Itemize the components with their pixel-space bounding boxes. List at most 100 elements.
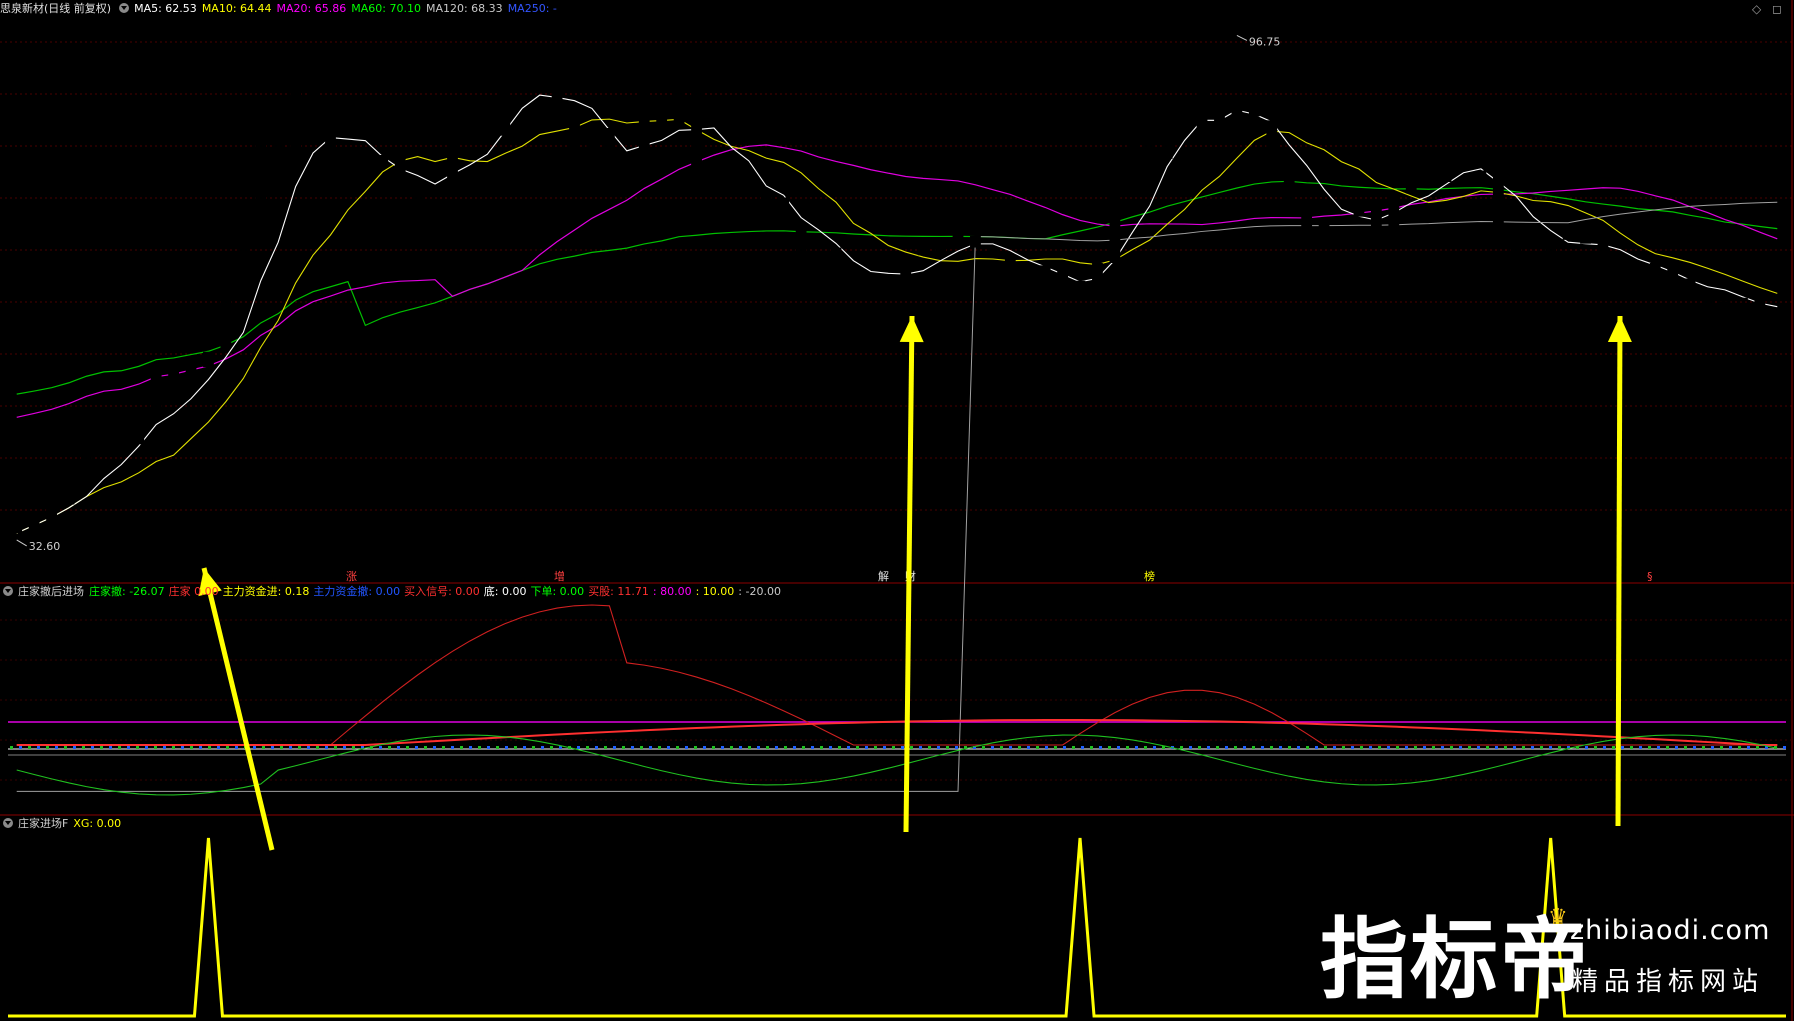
dot-signal: [721, 746, 724, 749]
candle-body: [708, 162, 720, 175]
dot-signal: [946, 746, 949, 749]
dot-signal: [433, 746, 436, 749]
dot-signal: [811, 746, 814, 749]
dot-signal: [595, 746, 598, 749]
dot-signal: [109, 746, 112, 749]
candle-body: [621, 170, 633, 182]
dot-signal: [1360, 746, 1363, 749]
dot-signal: [478, 746, 481, 749]
indicator2-settings-icon[interactable]: [3, 818, 13, 828]
dot-signal: [910, 746, 913, 749]
dot-signal: [892, 746, 895, 749]
annotation-arrow-head: [1607, 316, 1632, 343]
dot-signal: [1423, 746, 1426, 749]
candle-body: [917, 246, 929, 256]
indicator1-legend-item: 主力资金撤: 0.00: [313, 585, 401, 598]
dot-signal: [1036, 746, 1039, 749]
dot-signal: [1549, 746, 1552, 749]
candle-body: [1545, 239, 1557, 256]
dot-signal: [1594, 746, 1597, 749]
dot-signal: [649, 746, 652, 749]
dot-signal: [1783, 746, 1786, 749]
candle-body: [551, 74, 563, 121]
dot-signal: [424, 746, 427, 749]
dot-signal: [1180, 746, 1183, 749]
dot-signal: [982, 746, 985, 749]
candle-body: [534, 66, 546, 74]
dot-signal: [1486, 746, 1489, 749]
candle-body: [133, 409, 145, 445]
dot-signal: [928, 746, 931, 749]
dot-signal: [667, 746, 670, 749]
dot-signal: [325, 746, 328, 749]
candle-body: [220, 297, 232, 348]
indicator1-legend-item: : -20.00: [738, 585, 781, 598]
dot-signal: [1396, 746, 1399, 749]
candle-body: [1423, 170, 1435, 182]
candle-body: [1196, 93, 1208, 128]
dot-signal: [712, 746, 715, 749]
dot-signal: [1666, 746, 1669, 749]
candle-body: [1353, 205, 1365, 217]
candle-body: [412, 182, 424, 204]
ma-legend-item: MA250: -: [507, 2, 557, 15]
candle-body: [725, 162, 737, 190]
dot-signal: [1126, 746, 1129, 749]
dot-signal: [217, 746, 220, 749]
candle-body: [848, 266, 859, 290]
candle-body: [1336, 216, 1347, 221]
event-marker: 增: [554, 569, 565, 583]
candle-body: [603, 128, 615, 182]
candle-body: [1370, 205, 1382, 229]
dot-signal: [406, 746, 409, 749]
dot-signal: [1108, 746, 1111, 749]
ma-legend-item: MA60: 70.10: [351, 2, 421, 15]
dot-signal: [1729, 746, 1732, 749]
dot-signal: [883, 746, 886, 749]
candle-body: [1161, 97, 1173, 159]
dot-signal: [1621, 746, 1624, 749]
dot-signal: [1684, 746, 1687, 749]
ma10-line: [16, 118, 1778, 534]
candle-body: [952, 230, 964, 240]
dot-signal: [802, 746, 805, 749]
dot-signal: [1504, 746, 1507, 749]
dot-signal: [1630, 746, 1633, 749]
indicator1-settings-icon[interactable]: [3, 586, 13, 596]
dot-signal: [127, 746, 130, 749]
candle-body: [481, 112, 493, 138]
candle-body: [935, 239, 946, 252]
indicator1-legend-item: 买入信号: 0.00: [404, 585, 480, 598]
candle-body: [63, 479, 75, 505]
dot-signal: [1612, 746, 1615, 749]
indicator1-legend-item: 庄家 0.00: [168, 585, 219, 598]
candle-body: [1126, 128, 1138, 194]
dot-signal: [694, 746, 697, 749]
candle-body: [638, 93, 650, 167]
dot-signal: [919, 746, 922, 749]
high-price-label: 96.75: [1249, 35, 1281, 48]
main-settings-icon[interactable]: [119, 3, 130, 13]
candle-body: [1492, 174, 1504, 236]
event-marker: 涨: [346, 570, 357, 583]
dot-signal: [154, 746, 157, 749]
ma120-line: [16, 201, 1778, 792]
candle-body: [1248, 101, 1260, 117]
dot-signal: [730, 746, 733, 749]
dot-signal: [766, 746, 769, 749]
event-marker: 解: [878, 569, 889, 583]
candle-body: [98, 442, 110, 456]
candle-body: [1109, 193, 1121, 263]
dot-signal: [1387, 746, 1390, 749]
candle-body: [1283, 170, 1295, 209]
chart-canvas[interactable]: 96.7532.60涨增解财榜§: [0, 0, 1794, 1021]
candle-body: [1562, 232, 1574, 240]
candle-body: [1754, 297, 1766, 310]
ma20-line: [16, 144, 1778, 418]
ma-legend: MA5: 62.53 MA10: 64.44 MA20: 65.86 MA60: 70…: [134, 2, 562, 15]
candle-body: [795, 224, 807, 275]
dot-signal: [1351, 746, 1354, 749]
candle-body: [1092, 263, 1103, 287]
dot-signal: [1324, 746, 1327, 749]
candle-body: [1458, 147, 1469, 171]
